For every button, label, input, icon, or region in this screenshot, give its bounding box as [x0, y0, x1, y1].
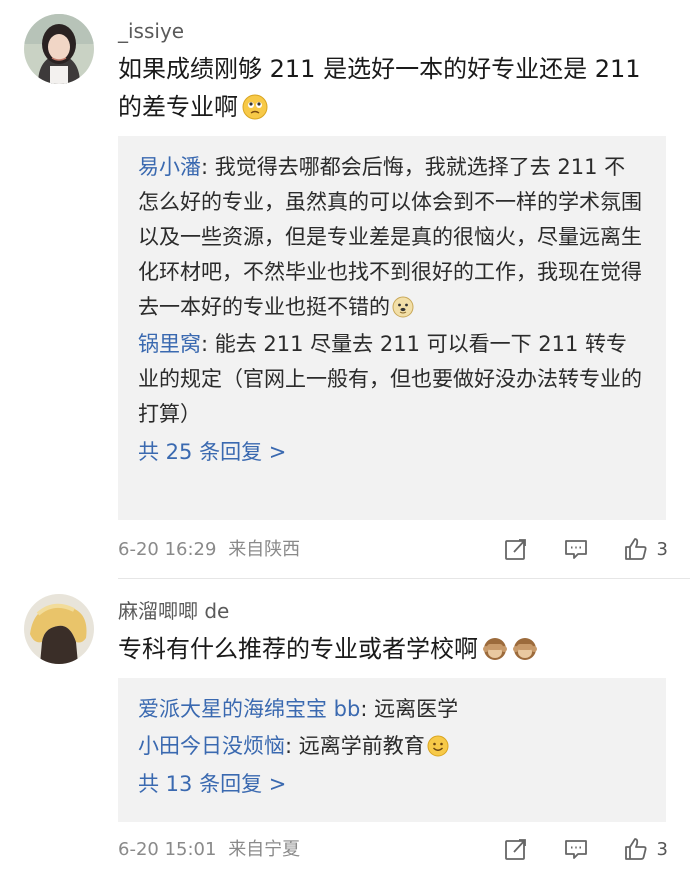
timestamp: 6-20 16:29: [118, 539, 217, 560]
worried-face-icon: [242, 94, 268, 120]
comment-text-body: 专科有什么推荐的专业或者学校啊: [118, 635, 478, 663]
reply-box: 爱派大星的海绵宝宝 bb: 远离医学 小田今日没烦恼: 远离学前教育 共 13 …: [118, 678, 666, 822]
comment-meta: 6-20 16:29 来自陕西: [118, 538, 300, 562]
share-icon: [504, 839, 526, 860]
more-replies-link[interactable]: 共 25 条回复 >: [138, 436, 646, 468]
like-button[interactable]: 3: [623, 836, 668, 862]
like-icon: [624, 538, 647, 560]
timestamp: 6-20 15:01: [118, 839, 217, 860]
more-replies-link[interactable]: 共 13 条回复 >: [138, 768, 646, 800]
reply-username[interactable]: 易小潘: [138, 155, 201, 179]
avatar[interactable]: [24, 594, 94, 664]
like-count: 3: [656, 838, 668, 860]
reply-button[interactable]: [563, 836, 589, 862]
username[interactable]: 麻溜唧唧 de: [118, 598, 229, 624]
reply-username[interactable]: 小田今日没烦恼: [138, 734, 285, 758]
location: 来自陕西: [228, 539, 301, 560]
like-button[interactable]: 3: [623, 536, 668, 562]
share-button[interactable]: [503, 836, 529, 862]
reply-box: 易小潘: 我觉得去哪都会后悔，我就选择了去 211 不怎么好的专业，虽然真的可以…: [118, 136, 666, 520]
reply-text: : 远离学前教育: [285, 734, 425, 758]
comment-icon: [564, 540, 587, 559]
reply-item: 小田今日没烦恼: 远离学前教育: [138, 729, 646, 764]
smile-icon: [427, 735, 449, 757]
see-no-evil-monkey-icon: [513, 638, 537, 660]
see-no-evil-monkey-icon: [483, 638, 507, 660]
reply-button[interactable]: [563, 536, 589, 562]
location: 来自宁夏: [228, 839, 301, 860]
reply-item: 爱派大星的海绵宝宝 bb: 远离医学: [138, 692, 646, 727]
comment-text: 专科有什么推荐的专业或者学校啊: [118, 630, 658, 668]
avatar[interactable]: [24, 14, 94, 84]
comment-meta: 6-20 15:01 来自宁夏: [118, 838, 300, 862]
reply-text: : 我觉得去哪都会后悔，我就选择了去 211 不怎么好的专业，虽然真的可以体会到…: [138, 155, 642, 319]
reply-username[interactable]: 爱派大星的海绵宝宝 bb: [138, 697, 360, 721]
divider: [118, 578, 690, 579]
like-count: 3: [656, 538, 668, 560]
share-icon: [504, 539, 526, 560]
share-button[interactable]: [503, 536, 529, 562]
comment-text: 如果成绩刚够 211 是选好一本的好专业还是 211 的差专业啊: [118, 50, 658, 126]
comment-2: 麻溜唧唧 de 专科有什么推荐的专业或者学校啊 爱派大星的海绵宝宝 bb: 远离…: [0, 580, 690, 871]
reply-text: : 能去 211 尽量去 211 可以看一下 211 转专业的规定（官网上一般有…: [138, 332, 642, 426]
comment-actions: 3: [469, 836, 668, 862]
reply-text: : 远离医学: [360, 697, 459, 721]
comment-icon: [564, 840, 587, 859]
like-icon: [624, 838, 647, 860]
reply-username[interactable]: 锅里窝: [138, 332, 201, 356]
comment-actions: 3: [469, 536, 668, 562]
username[interactable]: _issiye: [118, 18, 184, 44]
reply-item: 易小潘: 我觉得去哪都会后悔，我就选择了去 211 不怎么好的专业，虽然真的可以…: [138, 150, 646, 325]
reply-item: 锅里窝: 能去 211 尽量去 211 可以看一下 211 转专业的规定（官网上…: [138, 327, 646, 432]
comment-text-body: 如果成绩刚够 211 是选好一本的好专业还是 211 的差专业啊: [118, 55, 641, 121]
comment-1: _issiye 如果成绩刚够 211 是选好一本的好专业还是 211 的差专业啊…: [0, 0, 690, 580]
doge-icon: [392, 296, 414, 318]
